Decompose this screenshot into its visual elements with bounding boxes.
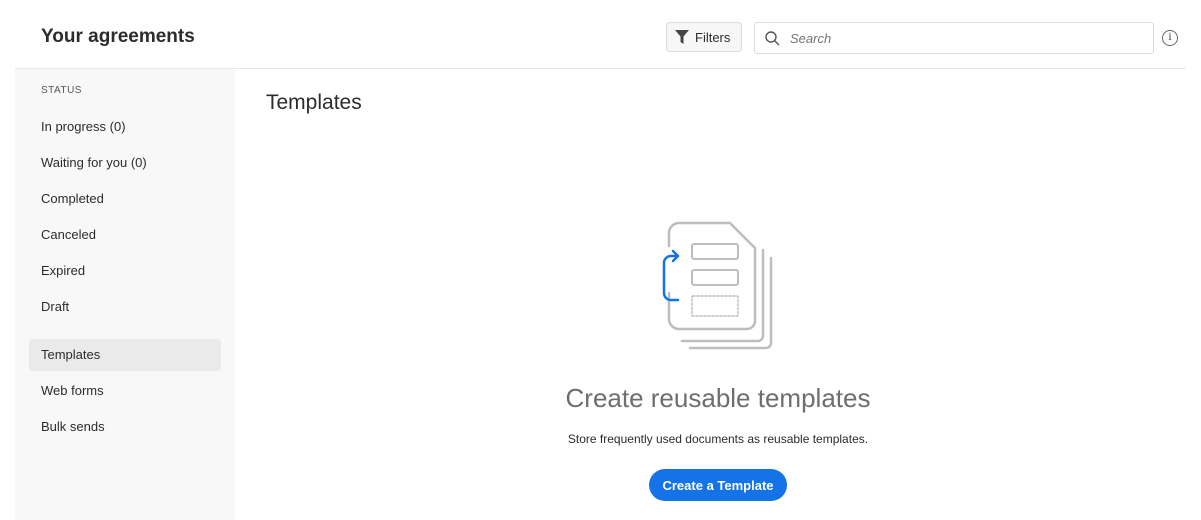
search-input[interactable]	[788, 29, 1132, 47]
sidebar-item-completed[interactable]: Completed	[29, 183, 221, 215]
info-icon[interactable]: i	[1162, 30, 1178, 46]
search-box[interactable]	[754, 22, 1154, 54]
section-title: Templates	[266, 91, 362, 114]
sidebar-item-templates[interactable]: Templates	[29, 339, 221, 371]
empty-state-text: Store frequently used documents as reusa…	[567, 432, 869, 446]
search-icon	[765, 30, 780, 45]
empty-state-heading: Create reusable templates	[565, 383, 871, 413]
sidebar: STATUS In progress (0) Waiting for you (…	[15, 69, 235, 520]
sidebar-item-canceled[interactable]: Canceled	[29, 219, 221, 251]
page-title: Your agreements	[41, 26, 195, 47]
create-template-button[interactable]: Create a Template	[649, 469, 787, 501]
sidebar-item-waiting[interactable]: Waiting for you (0)	[29, 147, 221, 179]
status-label: STATUS	[41, 85, 82, 96]
sidebar-item-draft[interactable]: Draft	[29, 291, 221, 323]
sidebar-item-expired[interactable]: Expired	[29, 255, 221, 287]
sidebar-item-in-progress[interactable]: In progress (0)	[29, 111, 221, 143]
filters-button[interactable]: Filters	[666, 22, 742, 52]
header: Your agreements Filters i	[15, 0, 1186, 69]
templates-illustration-icon	[662, 221, 773, 350]
filter-icon	[675, 30, 689, 44]
filters-label: Filters	[695, 29, 731, 45]
